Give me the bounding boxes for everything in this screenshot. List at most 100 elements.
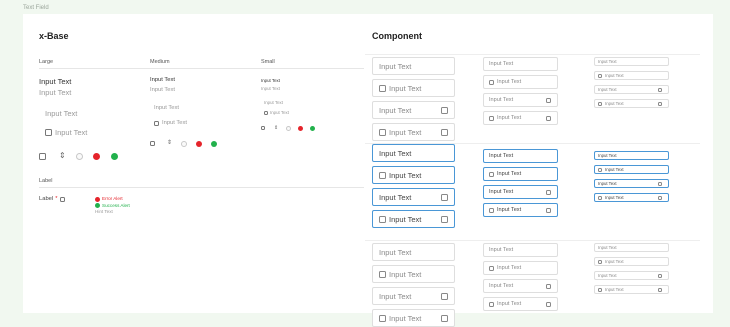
checkbox-icon[interactable] <box>598 259 602 264</box>
checkbox-icon[interactable] <box>489 207 494 213</box>
trailing-checkbox-icon[interactable] <box>546 207 551 213</box>
text-field-value: Input Text <box>497 115 522 121</box>
trailing-checkbox-icon[interactable] <box>546 97 551 103</box>
trailing-checkbox-icon[interactable] <box>658 287 662 292</box>
text-field-value: Input Text <box>379 105 412 115</box>
text-field[interactable]: Input Text <box>594 57 669 66</box>
trailing-checkbox-icon[interactable] <box>658 273 662 278</box>
trailing-checkbox-icon[interactable] <box>658 87 662 92</box>
text-field[interactable]: Input Text <box>594 71 669 80</box>
checkbox-icon[interactable] <box>598 167 602 172</box>
trailing-checkbox-icon[interactable] <box>441 215 448 223</box>
text-field-value: Input Text <box>389 269 422 279</box>
text-field[interactable]: Input Text <box>372 57 455 75</box>
text-field-value: Input Text <box>497 171 522 177</box>
text-field-value: Input Text <box>605 259 624 264</box>
text-field-value: Input Text <box>379 148 412 158</box>
text-field[interactable]: Input Text <box>483 93 558 107</box>
trailing-checkbox-icon[interactable] <box>441 128 448 136</box>
trailing-checkbox-icon[interactable] <box>441 193 448 201</box>
text-field[interactable]: Input Text <box>594 271 669 280</box>
text-field-value: Input Text <box>489 153 514 159</box>
text-field-value: Input Text <box>389 313 422 323</box>
checkbox-icon[interactable] <box>598 101 602 106</box>
text-field-value: Input Text <box>598 87 617 92</box>
checkbox-icon[interactable] <box>379 171 386 179</box>
trailing-checkbox-icon[interactable] <box>658 181 662 186</box>
text-field-value: Input Text <box>497 79 522 85</box>
text-field-value: Input Text <box>489 283 514 289</box>
component-fields: Input Text Input Text Input Text Input Text… <box>23 14 713 327</box>
trailing-checkbox-icon[interactable] <box>546 115 551 121</box>
trailing-checkbox-icon[interactable] <box>658 195 662 200</box>
trailing-checkbox-icon[interactable] <box>441 314 448 322</box>
text-field-value: Input Text <box>379 291 412 301</box>
text-field-value: Input Text <box>489 189 514 195</box>
checkbox-icon[interactable] <box>379 84 386 92</box>
text-field[interactable]: Input Text <box>372 144 455 162</box>
text-field-value: Input Text <box>605 101 624 106</box>
text-field[interactable]: Input Text <box>483 243 558 257</box>
checkbox-icon[interactable] <box>489 265 494 271</box>
text-field-value: Input Text <box>497 301 522 307</box>
text-field[interactable]: Input Text <box>483 149 558 163</box>
trailing-checkbox-icon[interactable] <box>441 106 448 114</box>
checkbox-icon[interactable] <box>598 195 602 200</box>
text-field[interactable]: Input Text <box>483 75 558 89</box>
text-field[interactable]: Input Text <box>372 210 455 228</box>
text-field-value: Input Text <box>389 214 422 224</box>
checkbox-icon[interactable] <box>489 115 494 121</box>
text-field-value: Input Text <box>605 167 624 172</box>
text-field[interactable]: Input Text <box>483 57 558 71</box>
text-field[interactable]: Input Text <box>372 123 455 141</box>
text-field[interactable]: Input Text <box>483 203 558 217</box>
text-field[interactable]: Input Text <box>594 85 669 94</box>
text-field[interactable]: Input Text <box>594 99 669 108</box>
text-field[interactable]: Input Text <box>483 261 558 275</box>
text-field-value: Input Text <box>598 273 617 278</box>
text-field[interactable]: Input Text <box>594 165 669 174</box>
text-field[interactable]: Input Text <box>594 193 669 202</box>
text-field-value: Input Text <box>598 59 617 64</box>
text-field-panel: x-Base Large Medium Small Input Text Inp… <box>23 14 713 327</box>
text-field-value: Input Text <box>389 83 422 93</box>
checkbox-icon[interactable] <box>379 215 386 223</box>
text-field-value: Input Text <box>379 61 412 71</box>
checkbox-icon[interactable] <box>489 301 494 307</box>
checkbox-icon[interactable] <box>489 79 494 85</box>
text-field[interactable]: Input Text <box>372 79 455 97</box>
text-field[interactable]: Input Text <box>372 166 455 184</box>
frame-label: Text Field <box>23 5 49 11</box>
text-field[interactable]: Input Text <box>594 151 669 160</box>
text-field[interactable]: Input Text <box>372 287 455 305</box>
text-field[interactable]: Input Text <box>483 279 558 293</box>
text-field[interactable]: Input Text <box>483 185 558 199</box>
checkbox-icon[interactable] <box>598 73 602 78</box>
text-field[interactable]: Input Text <box>594 285 669 294</box>
text-field-value: Input Text <box>598 181 617 186</box>
text-field[interactable]: Input Text <box>594 179 669 188</box>
text-field[interactable]: Input Text <box>483 297 558 311</box>
text-field[interactable]: Input Text <box>483 111 558 125</box>
text-field[interactable]: Input Text <box>372 188 455 206</box>
text-field[interactable]: Input Text <box>372 265 455 283</box>
checkbox-icon[interactable] <box>379 270 386 278</box>
text-field[interactable]: Input Text <box>372 309 455 327</box>
text-field[interactable]: Input Text <box>372 243 455 261</box>
checkbox-icon[interactable] <box>379 314 386 322</box>
text-field[interactable]: Input Text <box>483 167 558 181</box>
checkbox-icon[interactable] <box>489 171 494 177</box>
trailing-checkbox-icon[interactable] <box>441 292 448 300</box>
trailing-checkbox-icon[interactable] <box>546 301 551 307</box>
trailing-checkbox-icon[interactable] <box>546 189 551 195</box>
text-field-value: Input Text <box>489 97 514 103</box>
trailing-checkbox-icon[interactable] <box>546 283 551 289</box>
text-field[interactable]: Input Text <box>594 257 669 266</box>
text-field-value: Input Text <box>489 247 514 253</box>
checkbox-icon[interactable] <box>598 287 602 292</box>
text-field[interactable]: Input Text <box>594 243 669 252</box>
trailing-checkbox-icon[interactable] <box>658 101 662 106</box>
checkbox-icon[interactable] <box>379 128 386 136</box>
text-field[interactable]: Input Text <box>372 101 455 119</box>
text-field-value: Input Text <box>598 153 617 158</box>
